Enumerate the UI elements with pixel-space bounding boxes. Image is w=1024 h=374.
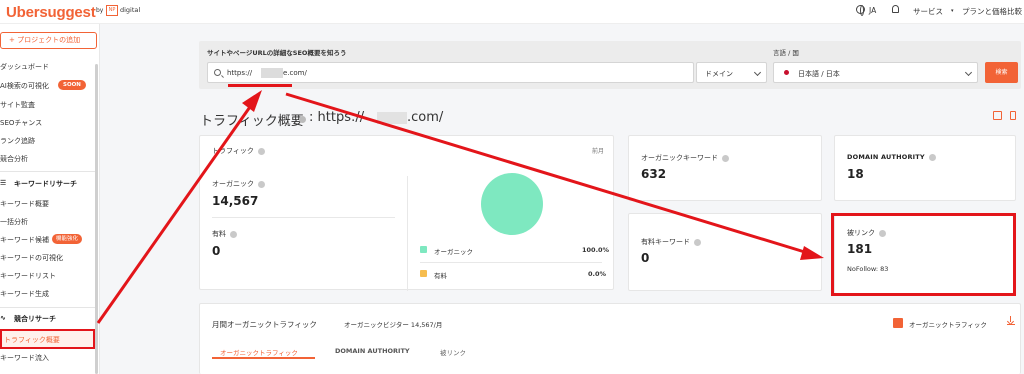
annotation-arrowhead (800, 246, 824, 260)
annotation-arrow-line (285, 92, 809, 255)
app-root: Ubersuggest by NP digital JA サービス ▾ プランと… (0, 0, 1024, 374)
annotation-arrow-line (96, 103, 254, 324)
annotation-arrows (96, 90, 824, 324)
annotation-arrowhead (242, 90, 262, 112)
